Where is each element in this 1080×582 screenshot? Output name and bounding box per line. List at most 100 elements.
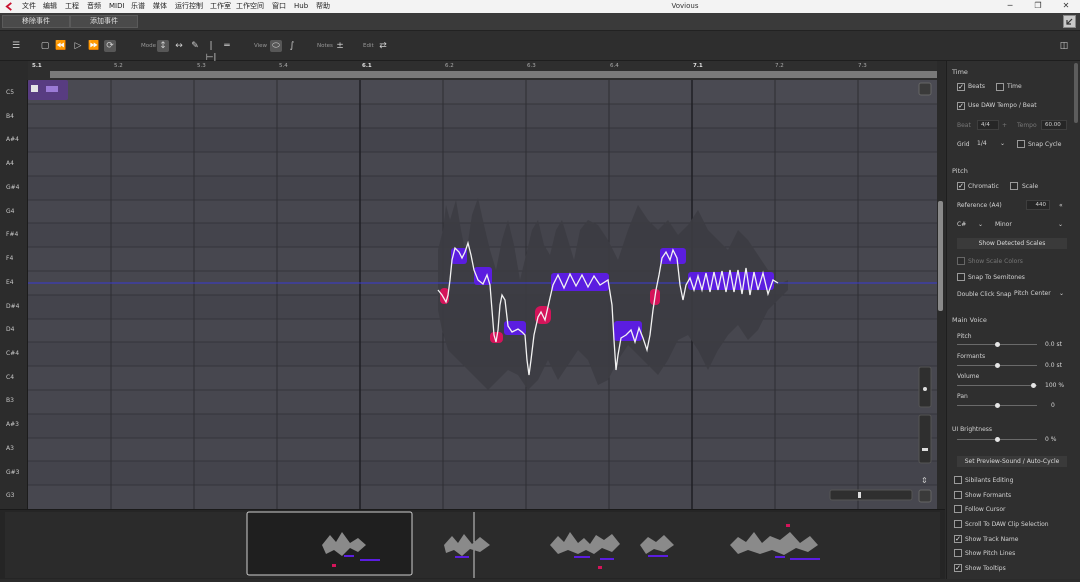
align-mode-icon[interactable]: ═ xyxy=(221,40,233,52)
set-preview-sound-button[interactable]: Set Preview-Sound / Auto-Cycle xyxy=(957,456,1067,467)
draw-mode-icon[interactable]: ✎ xyxy=(189,40,201,52)
close-button[interactable]: ✕ xyxy=(1052,0,1080,13)
menu-hub[interactable]: Hub xyxy=(294,2,308,11)
sibilants-editing-checkbox[interactable] xyxy=(954,476,962,484)
pitch-mode-icon[interactable]: ↕ xyxy=(157,40,169,52)
double-click-snap-dropdown[interactable]: Pitch Center ⌄ xyxy=(1014,288,1066,299)
notes-label: Notes xyxy=(317,43,333,49)
pitch-editor[interactable]: ⇕ xyxy=(28,80,937,509)
split-mode-icon[interactable]: |⊢| xyxy=(205,40,217,63)
stop-icon[interactable]: ▢ xyxy=(39,40,51,52)
use-daw-tempo-checkbox[interactable]: ✓ xyxy=(957,102,965,110)
zoom-vertical-slider-2[interactable] xyxy=(918,414,932,464)
horizontal-zoom-slider[interactable] xyxy=(829,489,913,501)
key-label: G4 xyxy=(6,208,15,215)
scrollbar-thumb[interactable] xyxy=(938,201,943,311)
formants-knob[interactable] xyxy=(994,363,1000,368)
follow-cursor-checkbox[interactable] xyxy=(954,505,962,513)
chevron-down-icon: ⌄ xyxy=(1057,221,1063,228)
overview-canvas[interactable] xyxy=(0,510,945,580)
volume-slider[interactable] xyxy=(957,385,1037,386)
timeline-ruler[interactable]: 5.1 5.2 5.3 5.4 6.1 6.2 6.3 6.4 7.1 7.2 … xyxy=(28,61,937,80)
reference-reset-icon[interactable]: « xyxy=(1059,202,1063,209)
grid-dropdown-value: 1/4 xyxy=(977,140,987,147)
hamburger-menu-icon[interactable]: ☰ xyxy=(10,40,22,52)
ruler-strip[interactable] xyxy=(50,71,937,78)
menu-studio[interactable]: 工作室 xyxy=(210,2,231,11)
time-mode-icon[interactable]: ↔ xyxy=(173,40,185,52)
snap-cycle-checkbox[interactable] xyxy=(1017,140,1025,148)
menu-transport[interactable]: 运行控制 xyxy=(175,2,203,11)
pan-knob[interactable] xyxy=(994,403,1000,408)
show-formants-checkbox[interactable] xyxy=(954,491,962,499)
vertical-scrollbar[interactable] xyxy=(937,61,945,509)
show-pitch-lines-checkbox[interactable] xyxy=(954,549,962,557)
play-icon[interactable]: ▷ xyxy=(72,40,84,52)
show-detected-scales-button[interactable]: Show Detected Scales xyxy=(957,238,1067,249)
scale-checkbox[interactable] xyxy=(1010,182,1018,190)
panel-scrollbar-thumb[interactable] xyxy=(1074,63,1078,123)
overview-toggle-button[interactable] xyxy=(918,489,932,503)
menu-workspace[interactable]: 工作空间 xyxy=(236,2,264,11)
snap-to-semitones-checkbox[interactable] xyxy=(957,273,965,281)
fit-view-button[interactable] xyxy=(918,82,932,96)
time-checkbox[interactable] xyxy=(996,83,1004,91)
menu-media[interactable]: 媒体 xyxy=(153,2,167,11)
use-daw-tempo-label: Use DAW Tempo / Beat xyxy=(968,102,1037,109)
menu-score[interactable]: 乐谱 xyxy=(131,2,145,11)
note-blob[interactable] xyxy=(551,273,609,291)
chromatic-checkbox[interactable]: ✓ xyxy=(957,182,965,190)
pitch-editor-canvas[interactable]: ⇕ xyxy=(28,80,937,509)
menu-file[interactable]: 文件 xyxy=(22,2,36,11)
scroll-arrows-icon[interactable]: ⇕ xyxy=(921,476,928,485)
key-label: G#3 xyxy=(6,469,20,476)
minimize-button[interactable]: ─ xyxy=(996,0,1024,13)
volume-knob[interactable] xyxy=(1030,383,1036,388)
rewind-icon[interactable]: ⏪ xyxy=(55,40,67,52)
restore-button[interactable]: ❐ xyxy=(1024,0,1052,13)
formants-value: 0.0 st xyxy=(1045,362,1062,369)
edit-sync-icon[interactable]: ⇄ xyxy=(377,40,389,52)
show-scale-colors-checkbox[interactable] xyxy=(957,257,965,265)
clip-overview[interactable] xyxy=(0,509,945,579)
show-tooltips-label: Show Tooltips xyxy=(965,565,1006,572)
beats-label: Beats xyxy=(968,83,985,90)
snap-cycle-label: Snap Cycle xyxy=(1028,141,1062,148)
loop-icon[interactable]: ⟳ xyxy=(104,40,116,52)
ui-brightness-label: UI Brightness xyxy=(952,426,993,433)
menu-project[interactable]: 工程 xyxy=(65,2,79,11)
add-event-button[interactable]: 添加事件 xyxy=(70,15,138,28)
reference-field[interactable]: 440 xyxy=(1026,200,1050,210)
scroll-to-daw-clip-checkbox[interactable] xyxy=(954,520,962,528)
ruler-label: 7.2 xyxy=(775,63,784,69)
fast-forward-icon[interactable]: ⏩ xyxy=(88,40,100,52)
show-tooltips-checkbox[interactable]: ✓ xyxy=(954,564,962,572)
mode-dropdown[interactable]: Minor ⌄ xyxy=(995,219,1065,230)
time-section-title: Time xyxy=(952,68,968,76)
tempo-field[interactable]: 60.00 xyxy=(1041,120,1067,130)
beat-increment-icon[interactable]: + xyxy=(1002,122,1007,129)
ui-brightness-knob[interactable] xyxy=(994,437,1000,442)
collapse-panel-button[interactable] xyxy=(1063,15,1076,28)
notes-adjust-icon[interactable]: ± xyxy=(334,40,346,52)
key-dropdown[interactable]: C# ⌄ xyxy=(957,219,985,230)
chevron-down-icon: ⌄ xyxy=(999,140,1005,147)
view-notes-icon[interactable]: ⬭ xyxy=(270,40,282,52)
settings-panel: Time ✓ Beats Time ✓ Use DAW Tempo / Beat… xyxy=(946,61,1080,579)
menu-help[interactable]: 帮助 xyxy=(316,2,330,11)
remove-event-button[interactable]: 移除事件 xyxy=(2,15,70,28)
pitch-shift-knob[interactable] xyxy=(994,342,1000,347)
show-track-name-checkbox[interactable]: ✓ xyxy=(954,535,962,543)
menu-midi[interactable]: MIDI xyxy=(109,2,125,11)
menu-audio[interactable]: 音频 xyxy=(87,2,101,11)
track-name-chip[interactable] xyxy=(28,80,68,100)
beat-field[interactable]: 4/4 xyxy=(977,120,999,130)
view-curve-icon[interactable]: ∫ xyxy=(286,40,298,52)
grid-dropdown[interactable]: 1/4 ⌄ xyxy=(977,138,1007,149)
menu-edit[interactable]: 编辑 xyxy=(43,2,57,11)
panel-toggle-icon[interactable]: ◫ xyxy=(1058,40,1070,52)
menu-window[interactable]: 窗口 xyxy=(272,2,286,11)
window-title: Vovious xyxy=(671,2,699,10)
beats-checkbox[interactable]: ✓ xyxy=(957,83,965,91)
view-label: View xyxy=(254,43,268,49)
